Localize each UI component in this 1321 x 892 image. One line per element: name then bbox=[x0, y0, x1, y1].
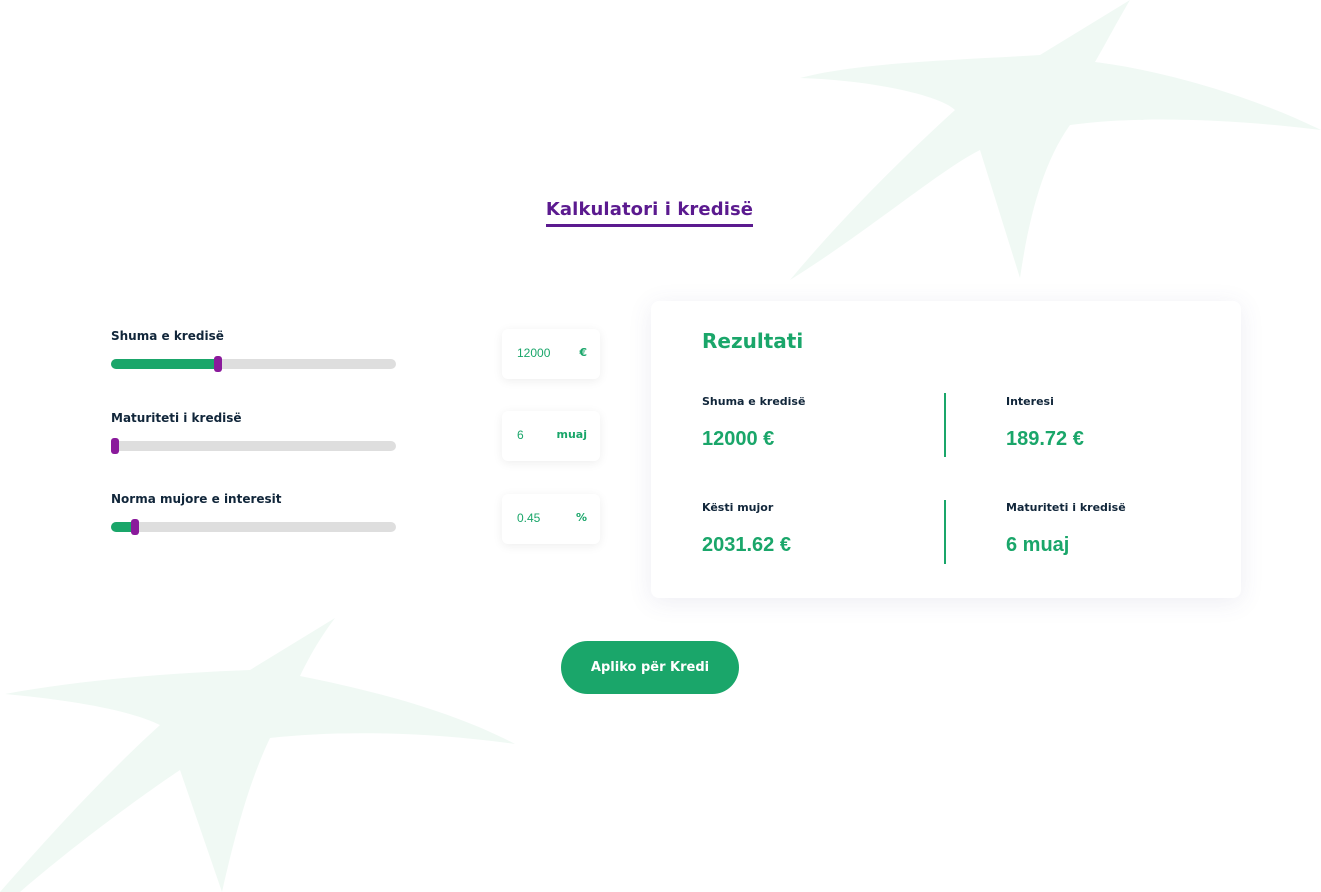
interest-rate-value: 0.45 bbox=[517, 511, 541, 525]
result-loan-amount-value: 12000 € bbox=[702, 428, 775, 450]
loan-amount-value: 12000 bbox=[517, 346, 551, 360]
result-divider bbox=[944, 393, 946, 457]
euro-unit: € bbox=[579, 346, 587, 359]
result-maturity-value: 6 muaj bbox=[1006, 534, 1070, 556]
results-title: Rezultati bbox=[702, 329, 804, 353]
result-maturity-label: Maturiteti i kredisë bbox=[1006, 501, 1126, 514]
interest-rate-slider-group: Norma mujore e interesit bbox=[111, 491, 396, 535]
calculator-heading: Kalkulatori i kredisë bbox=[0, 199, 1299, 227]
loan-maturity-slider[interactable] bbox=[111, 438, 396, 454]
result-interest: Interesi 189.72 € bbox=[1006, 394, 1246, 451]
loan-calculator-page: Kalkulatori i kredisë Shuma e kredisë 12… bbox=[0, 0, 1321, 892]
apply-for-loan-button[interactable]: Apliko për Kredi bbox=[561, 641, 739, 694]
interest-rate-slider-thumb[interactable] bbox=[131, 519, 140, 535]
percent-unit: % bbox=[575, 511, 587, 524]
loan-amount-label: Shuma e kredisë bbox=[111, 329, 224, 343]
result-divider bbox=[944, 500, 946, 564]
loan-maturity-value: 6 bbox=[517, 428, 524, 442]
loan-amount-slider-fill bbox=[111, 359, 218, 369]
results-card: Rezultati Shuma e kredisë 12000 € Intere… bbox=[651, 301, 1241, 598]
interest-rate-input[interactable]: 0.45 % bbox=[502, 494, 600, 544]
result-interest-label: Interesi bbox=[1006, 395, 1054, 408]
loan-amount-input[interactable]: 12000 € bbox=[502, 329, 600, 379]
result-maturity: Maturiteti i kredisë 6 muaj bbox=[1006, 500, 1246, 557]
result-loan-amount: Shuma e kredisë 12000 € bbox=[702, 394, 942, 451]
result-interest-value: 189.72 € bbox=[1006, 428, 1084, 450]
result-monthly-installment-value: 2031.62 € bbox=[702, 534, 791, 556]
loan-maturity-slider-thumb[interactable] bbox=[111, 438, 120, 454]
interest-rate-slider[interactable] bbox=[111, 519, 396, 535]
loan-amount-slider[interactable] bbox=[111, 356, 396, 372]
result-loan-amount-label: Shuma e kredisë bbox=[702, 395, 806, 408]
decorative-star-shape-top bbox=[790, 0, 1321, 280]
loan-maturity-slider-group: Maturiteti i kredisë bbox=[111, 410, 396, 454]
calculator-title: Kalkulatori i kredisë bbox=[545, 199, 754, 227]
months-unit: muaj bbox=[556, 428, 588, 441]
decorative-star-shape-bottom bbox=[0, 618, 515, 892]
loan-amount-slider-thumb[interactable] bbox=[213, 356, 222, 372]
loan-amount-slider-group: Shuma e kredisë bbox=[111, 328, 396, 372]
loan-maturity-input[interactable]: 6 muaj bbox=[502, 411, 600, 461]
interest-rate-label: Norma mujore e interesit bbox=[111, 492, 282, 506]
loan-maturity-label: Maturiteti i kredisë bbox=[111, 411, 242, 425]
result-monthly-installment-label: Kësti mujor bbox=[702, 501, 774, 514]
result-monthly-installment: Kësti mujor 2031.62 € bbox=[702, 500, 942, 557]
